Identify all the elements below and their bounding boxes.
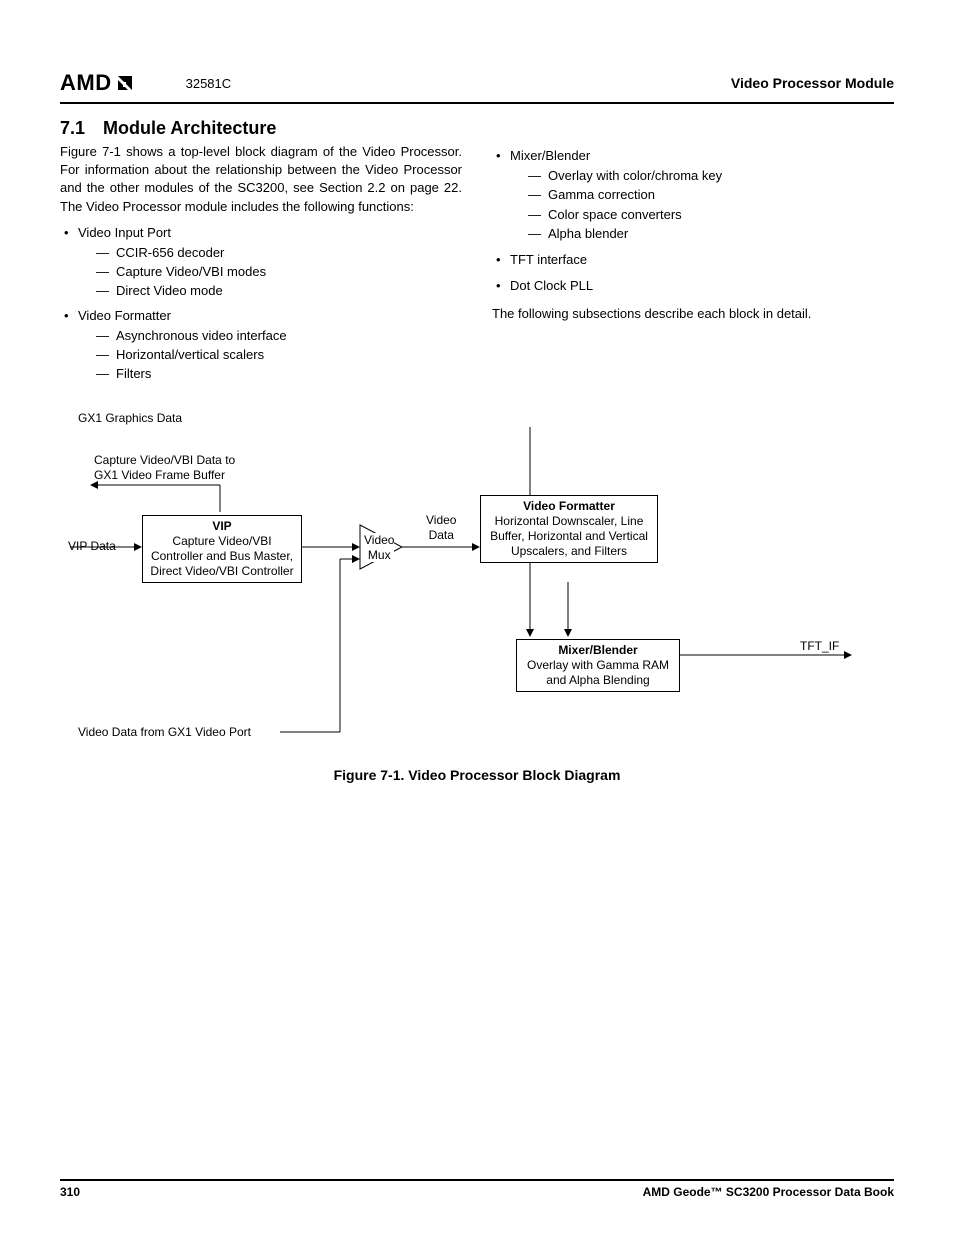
vip-title: VIP xyxy=(147,519,297,534)
amd-arrow-icon xyxy=(114,72,136,94)
section-title-text: Module Architecture xyxy=(103,118,276,138)
section-number: 7.1 xyxy=(60,118,85,138)
list-label: Mixer/Blender xyxy=(510,148,590,163)
list-sub: Alpha blender xyxy=(528,225,894,243)
left-column: Figure 7-1 shows a top-level block diagr… xyxy=(60,143,462,389)
page-number: 310 xyxy=(60,1185,80,1199)
page-header: AMD 32581C Video Processor Module xyxy=(60,70,894,104)
tail-paragraph: The following subsections describe each … xyxy=(492,305,894,323)
formatter-title: Video Formatter xyxy=(485,499,653,514)
mixer-body: Overlay with Gamma RAM and Alpha Blendin… xyxy=(521,658,675,688)
right-bullet-list: Mixer/Blender Overlay with color/chroma … xyxy=(492,147,894,295)
list-label: Video Formatter xyxy=(78,308,171,323)
list-sub: Horizontal/vertical scalers xyxy=(96,346,462,364)
list-sub: Color space converters xyxy=(528,206,894,224)
list-sub: Direct Video mode xyxy=(96,282,462,300)
capture-to-label: Capture Video/VBI Data to GX1 Video Fram… xyxy=(94,453,235,482)
page-footer: 310 AMD Geode™ SC3200 Processor Data Boo… xyxy=(60,1179,894,1199)
list-item: Dot Clock PLL xyxy=(492,277,894,295)
doc-id: 32581C xyxy=(186,76,232,91)
amd-logo: AMD xyxy=(60,70,136,96)
section-heading: 7.1 Module Architecture xyxy=(60,118,894,139)
vip-data-label: VIP Data xyxy=(68,539,116,553)
list-item: TFT interface xyxy=(492,251,894,269)
list-sub: Gamma correction xyxy=(528,186,894,204)
tft-if-label: TFT_IF xyxy=(800,639,839,653)
logo-text: AMD xyxy=(60,70,112,96)
list-sub: Filters xyxy=(96,365,462,383)
mixer-title: Mixer/Blender xyxy=(521,643,675,658)
list-sub: Capture Video/VBI modes xyxy=(96,263,462,281)
module-title: Video Processor Module xyxy=(731,75,894,91)
right-column: Mixer/Blender Overlay with color/chroma … xyxy=(492,143,894,389)
formatter-box: Video Formatter Horizontal Downscaler, L… xyxy=(480,495,658,563)
list-label: Video Input Port xyxy=(78,225,171,240)
gx1-graphics-label: GX1 Graphics Data xyxy=(78,411,182,425)
video-from-gx1-label: Video Data from GX1 Video Port xyxy=(78,725,251,739)
list-sub: Asynchronous video interface xyxy=(96,327,462,345)
left-bullet-list: Video Input Port CCIR-656 decoder Captur… xyxy=(60,224,462,384)
block-diagram: GX1 Graphics Data Capture Video/VBI Data… xyxy=(60,407,894,747)
list-sub: Overlay with color/chroma key xyxy=(528,167,894,185)
list-item: Video Formatter Asynchronous video inter… xyxy=(60,307,462,384)
mixer-box: Mixer/Blender Overlay with Gamma RAM and… xyxy=(516,639,680,692)
list-label: TFT interface xyxy=(510,252,587,267)
book-title: AMD Geode™ SC3200 Processor Data Book xyxy=(643,1185,894,1199)
list-sub: CCIR-656 decoder xyxy=(96,244,462,262)
video-data-label: Video Data xyxy=(426,513,456,542)
intro-paragraph: Figure 7-1 shows a top-level block diagr… xyxy=(60,143,462,216)
vip-box: VIP Capture Video/VBI Controller and Bus… xyxy=(142,515,302,583)
formatter-body: Horizontal Downscaler, Line Buffer, Hori… xyxy=(485,514,653,559)
video-mux-label: Video Mux xyxy=(364,533,394,562)
figure-caption: Figure 7-1. Video Processor Block Diagra… xyxy=(60,767,894,783)
list-label: Dot Clock PLL xyxy=(510,278,593,293)
list-item: Video Input Port CCIR-656 decoder Captur… xyxy=(60,224,462,301)
vip-body: Capture Video/VBI Controller and Bus Mas… xyxy=(147,534,297,579)
list-item: Mixer/Blender Overlay with color/chroma … xyxy=(492,147,894,243)
